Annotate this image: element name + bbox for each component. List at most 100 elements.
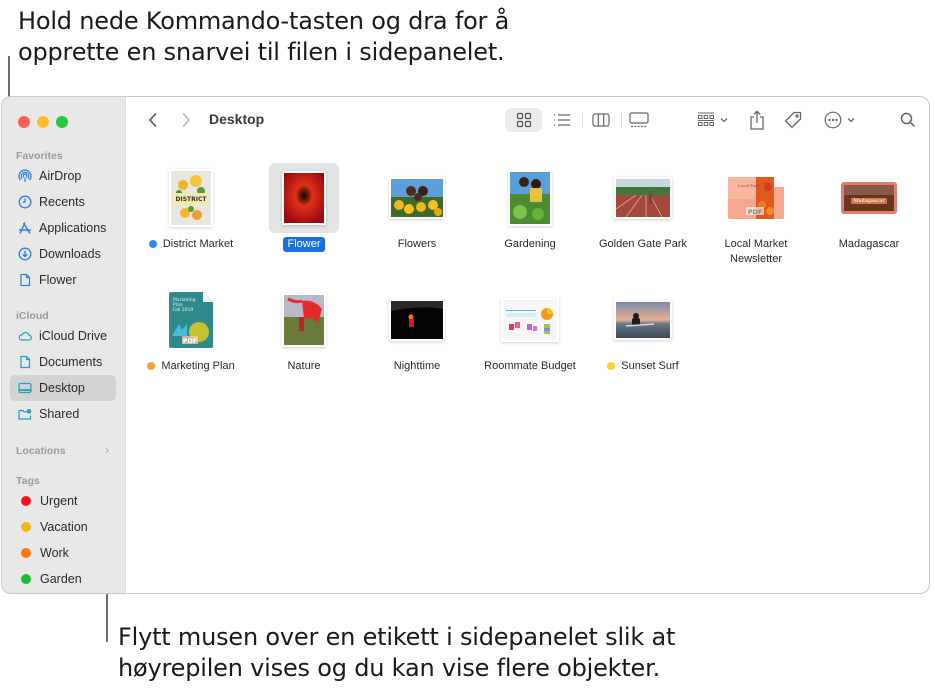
- back-button[interactable]: [145, 108, 161, 132]
- desktop-icon: [18, 381, 32, 395]
- window-controls: [18, 116, 68, 128]
- file-name: Local Market Newsletter: [724, 238, 788, 265]
- svg-text:Local Park: Local Park: [738, 183, 760, 188]
- group-by-button[interactable]: [694, 108, 730, 132]
- sidebar-item-label: Documents: [39, 355, 103, 369]
- file-name: Sunset Surf: [621, 360, 679, 372]
- file-name: Golden Gate Park: [598, 238, 688, 250]
- sidebar-item-label: Downloads: [39, 247, 101, 261]
- toolbar-separator: [582, 112, 583, 128]
- sidebar-item-recents[interactable]: Recents: [10, 189, 116, 215]
- sidebar-item-airdrop[interactable]: AirDrop: [10, 163, 116, 189]
- file-item-golden-gate-park[interactable]: Golden Gate Park: [586, 163, 700, 252]
- toolbar: Desktop: [127, 97, 929, 143]
- chevron-down-icon: [720, 118, 727, 123]
- clock-icon: [18, 195, 32, 209]
- forward-button[interactable]: [178, 108, 194, 132]
- sidebar-item-label: Desktop: [39, 381, 85, 395]
- sidebar-item-label: Garden: [40, 572, 82, 586]
- golden-gate-park-thumbnail: [616, 179, 670, 217]
- svg-text:DISTRICT: DISTRICT: [176, 196, 208, 203]
- file-item-nature[interactable]: Nature: [247, 285, 361, 374]
- applications-icon: [18, 221, 32, 235]
- columns-icon: [592, 113, 610, 127]
- sidebar-item-label: Shared: [39, 407, 80, 421]
- file-item-roommate-budget[interactable]: Roommate Budget: [473, 285, 587, 374]
- file-item-sunset-surf[interactable]: Sunset Surf: [586, 285, 700, 374]
- madagascar-thumbnail: Madagascar: [841, 182, 897, 214]
- sidebar-item-icloud-drive[interactable]: iCloud Drive: [10, 323, 116, 349]
- download-icon: [18, 247, 32, 261]
- gallery-view-button[interactable]: [624, 108, 654, 132]
- icon-view-button[interactable]: [505, 108, 542, 132]
- marketing-plan-thumbnail: Marketing Plan Fall 2019 PDF: [169, 292, 213, 348]
- district-market-thumbnail: DISTRICT: [171, 171, 211, 225]
- sidebar-section-icloud: iCloud: [16, 310, 49, 322]
- group-icon: [697, 112, 714, 126]
- file-item-flower[interactable]: Flower: [247, 163, 361, 252]
- chevron-down-icon: [847, 118, 854, 123]
- airdrop-icon: [18, 169, 32, 183]
- tag-color-dot: [607, 362, 616, 370]
- file-name: Madagascar: [838, 238, 900, 250]
- file-name: Marketing Plan: [161, 360, 235, 372]
- search-button[interactable]: [897, 108, 919, 132]
- file-item-nighttime[interactable]: Nighttime: [360, 285, 474, 374]
- sidebar-section-locations[interactable]: Locations: [16, 445, 66, 457]
- column-view-button[interactable]: [586, 108, 616, 132]
- nighttime-thumbnail: [391, 301, 443, 339]
- tag-color-dot: [21, 522, 31, 532]
- sidebar-item-label: iCloud Drive: [39, 329, 108, 343]
- sidebar-item-flower[interactable]: Flower: [10, 267, 116, 293]
- list-view-button[interactable]: [547, 108, 577, 132]
- tag-button[interactable]: [782, 108, 804, 132]
- file-name: Flower: [283, 237, 325, 252]
- roommate-budget-thumbnail: [503, 300, 557, 340]
- sidebar-tag-work[interactable]: Work: [10, 540, 116, 566]
- sidebar-item-label: Work: [40, 546, 69, 560]
- close-button[interactable]: [18, 116, 30, 128]
- callout-top: Hold nede Kommando-tasten og dra for å o…: [18, 7, 510, 66]
- file-item-flowers[interactable]: Flowers: [360, 163, 474, 252]
- chevron-right-icon[interactable]: ›: [105, 443, 109, 457]
- gallery-icon: [629, 112, 649, 128]
- sidebar-item-label: Flower: [39, 273, 77, 287]
- sidebar-item-downloads[interactable]: Downloads: [10, 241, 116, 267]
- file-item-local-market-newsletter[interactable]: Local Park PDF Local Market Newsletter: [699, 163, 813, 267]
- sidebar-item-applications[interactable]: Applications: [10, 215, 116, 241]
- sidebar-item-label: Vacation: [40, 520, 88, 534]
- sidebar: Favorites AirDrop Recents Applications D…: [2, 97, 126, 593]
- file-item-marketing-plan[interactable]: Marketing Plan Fall 2019 PDF Marketing P…: [134, 285, 248, 374]
- sidebar-section-tags: Tags: [16, 475, 40, 487]
- more-actions-button[interactable]: [821, 108, 857, 132]
- sidebar-tag-urgent[interactable]: Urgent: [10, 488, 116, 514]
- shared-folder-icon: [18, 407, 32, 421]
- file-item-gardening[interactable]: Gardening: [473, 163, 587, 252]
- tag-color-dot: [147, 362, 156, 370]
- share-button[interactable]: [746, 108, 768, 132]
- sidebar-item-documents[interactable]: Documents: [10, 349, 116, 375]
- sidebar-item-label: Recents: [39, 195, 85, 209]
- svg-text:Fall 2019: Fall 2019: [173, 307, 193, 313]
- chevron-left-icon: [148, 112, 157, 128]
- share-icon: [750, 110, 764, 130]
- tag-color-dot: [21, 574, 31, 584]
- sidebar-item-shared[interactable]: Shared: [10, 401, 116, 427]
- minimize-button[interactable]: [37, 116, 49, 128]
- flowers-thumbnail: [391, 179, 443, 217]
- callout-bottom: Flytt musen over en etikett i sidepanele…: [118, 623, 676, 682]
- list-icon: [554, 114, 570, 126]
- gardening-thumbnail: [510, 172, 550, 224]
- zoom-button[interactable]: [56, 116, 68, 128]
- sidebar-tag-garden[interactable]: Garden: [10, 566, 116, 592]
- file-name: District Market: [162, 238, 234, 250]
- document-icon: [18, 273, 32, 287]
- sidebar-item-label: Applications: [39, 221, 107, 235]
- sidebar-item-desktop[interactable]: Desktop: [10, 375, 116, 401]
- sidebar-tag-vacation[interactable]: Vacation: [10, 514, 116, 540]
- flower-thumbnail: [284, 173, 324, 223]
- file-item-district-market[interactable]: DISTRICT District Market: [134, 163, 248, 252]
- file-item-madagascar[interactable]: Madagascar Madagascar: [812, 163, 926, 252]
- document-icon: [18, 355, 32, 369]
- search-icon: [900, 112, 916, 128]
